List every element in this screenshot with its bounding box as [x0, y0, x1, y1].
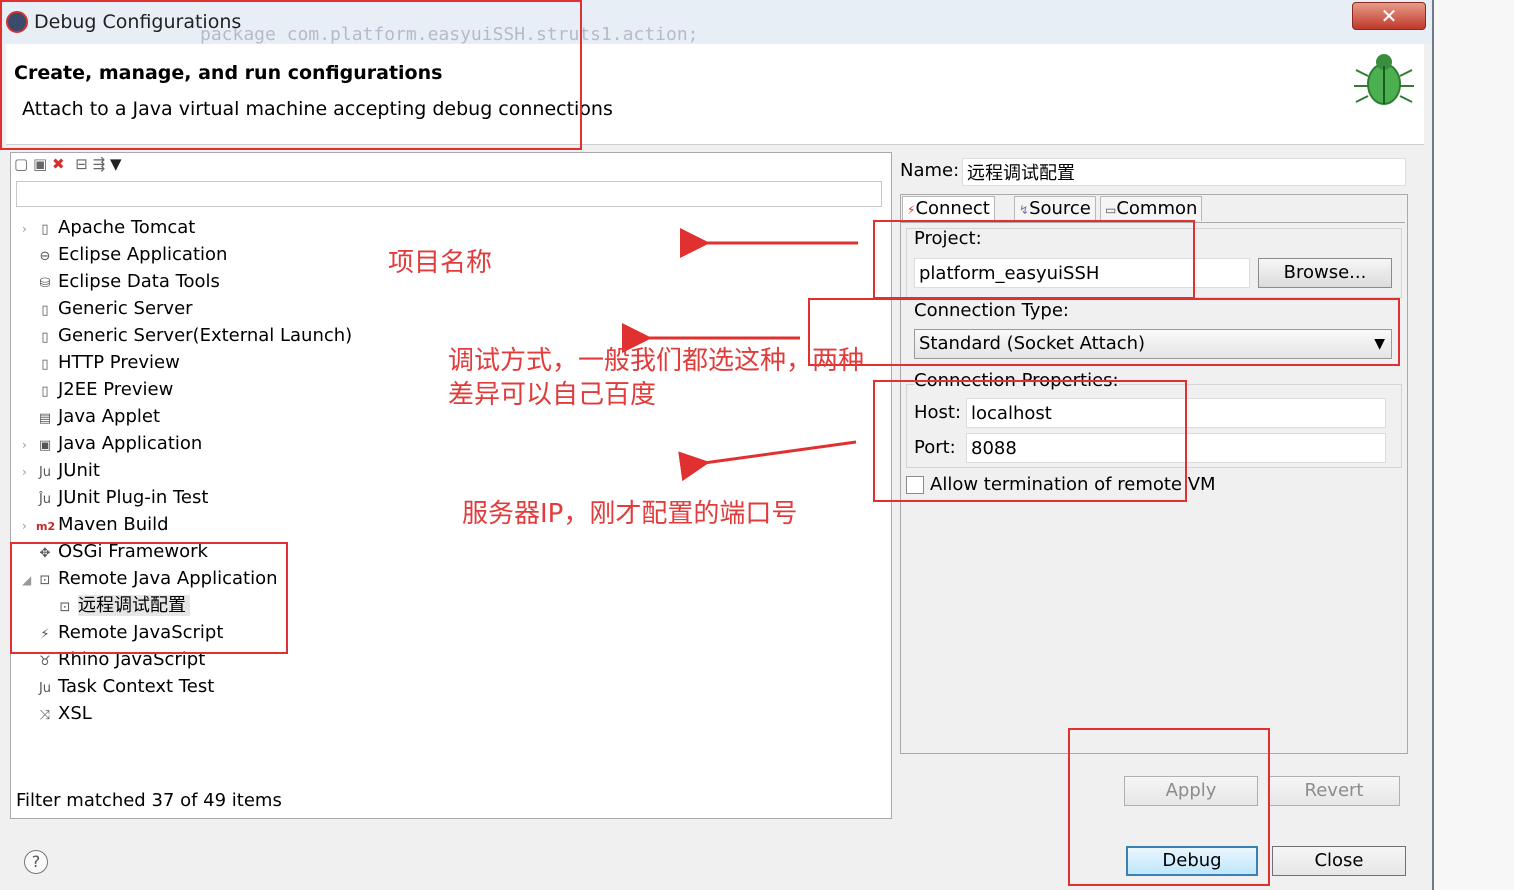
tree-item[interactable]: ▯ J2EE Preview: [22, 377, 173, 403]
annotation-box-remote-java: [10, 542, 288, 654]
annotation-box-connection-type: [808, 298, 1400, 366]
tree-item-label: Generic Server(External Launch): [58, 325, 353, 346]
tree-item[interactable]: ▯ HTTP Preview: [22, 350, 180, 376]
tree-item-label: Eclipse Data Tools: [58, 271, 220, 292]
applet-icon: ▤: [38, 411, 52, 426]
tab-common[interactable]: ▭Common: [1100, 196, 1203, 221]
server-icon: ▯: [41, 222, 49, 237]
tree-toolbar: ▢ ▣ ✖ ⊟ ⇶ ▼: [14, 155, 122, 175]
tree-item-label: XSL: [58, 703, 92, 724]
tree-item[interactable]: ▯ Generic Server: [22, 296, 193, 322]
annotation-connection-note-line1: 调试方式，一般我们都选这种，两种: [448, 346, 865, 376]
background-editor-strip: [1434, 0, 1514, 890]
tree-item[interactable]: ▤ Java Applet: [22, 404, 160, 430]
help-icon[interactable]: ?: [24, 850, 48, 874]
view-menu-icon[interactable]: ▼: [110, 155, 122, 173]
tree-item-label: Task Context Test: [58, 676, 215, 697]
xsl-icon: ⤨: [39, 708, 51, 723]
filter-config-icon[interactable]: ⇶: [93, 155, 106, 173]
close-button[interactable]: Close: [1272, 846, 1406, 876]
tree-item[interactable]: ⊖ Eclipse Application: [22, 242, 228, 268]
filter-input[interactable]: [16, 181, 882, 207]
tree-item[interactable]: Ĵu JUnit Plug-in Test: [22, 485, 208, 511]
tree-item-label: JUnit Plug-in Test: [58, 487, 209, 508]
window-close-button[interactable]: ✕: [1352, 2, 1426, 30]
tree-item[interactable]: ▯ Generic Server(External Launch): [22, 323, 352, 349]
name-label: Name:: [900, 160, 960, 181]
tree-item[interactable]: › m2 Maven Build: [22, 512, 169, 538]
eclipse-icon: ⊖: [39, 249, 51, 264]
name-input[interactable]: [962, 158, 1406, 186]
tree-item[interactable]: ⛁ Eclipse Data Tools: [22, 269, 220, 295]
server-icon: ▯: [41, 357, 49, 372]
collapse-all-icon[interactable]: ⊟: [75, 155, 88, 173]
annotation-project-note: 项目名称: [388, 248, 493, 278]
tree-item[interactable]: › ▯ Apache Tomcat: [22, 215, 195, 241]
delete-config-icon[interactable]: ✖: [52, 155, 65, 173]
annotation-box-project: [873, 220, 1195, 299]
source-icon: ↯: [1019, 203, 1030, 217]
expander-icon[interactable]: ›: [22, 513, 36, 539]
tree-item[interactable]: › ▣ Java Application: [22, 431, 202, 457]
expander-icon[interactable]: ›: [22, 432, 36, 458]
annotation-connection-note-line2: 差异可以自己百度: [448, 380, 657, 410]
tree-item-label: Java Application: [58, 433, 203, 454]
annotation-box-host-port: [873, 380, 1187, 502]
tree-item[interactable]: › Ju JUnit: [22, 458, 100, 484]
server-icon: ▯: [41, 303, 49, 318]
tree-item-label: Generic Server: [58, 298, 193, 319]
tree-item[interactable]: ⤨ XSL: [22, 701, 92, 727]
annotation-host-note: 服务器IP，刚才配置的端口号: [462, 499, 798, 529]
annotation-box-debug: [1068, 728, 1270, 886]
tree-item-label: J2EE Preview: [58, 379, 174, 400]
tab-source[interactable]: ↯Source: [1014, 196, 1096, 221]
java-app-icon: ▣: [38, 438, 52, 453]
server-icon: ▯: [41, 330, 49, 345]
tree-item-label: Eclipse Application: [58, 244, 228, 265]
junit-icon: Ju: [38, 465, 52, 480]
tree-item-label: Apache Tomcat: [58, 217, 196, 238]
expander-icon[interactable]: ›: [22, 459, 36, 485]
common-icon: ▭: [1105, 203, 1117, 217]
tree-item[interactable]: Ju Task Context Test: [22, 674, 214, 700]
tree-item-label: Maven Build: [58, 514, 169, 535]
browse-button[interactable]: Browse...: [1258, 258, 1392, 288]
task-test-icon: Ju: [38, 681, 52, 696]
new-config-icon[interactable]: ▢: [14, 155, 28, 173]
duplicate-config-icon[interactable]: ▣: [33, 155, 47, 173]
annotation-box-banner: [0, 0, 582, 150]
bug-icon: [1354, 54, 1414, 105]
tree-item-label: Java Applet: [58, 406, 161, 427]
tab-connect[interactable]: ⚡Connect: [902, 196, 995, 221]
database-icon: ⛁: [39, 276, 51, 291]
revert-button[interactable]: Revert: [1268, 776, 1400, 806]
server-icon: ▯: [41, 384, 49, 399]
filter-status: Filter matched 37 of 49 items: [16, 790, 282, 811]
junit-plugin-icon: Ĵu: [38, 492, 52, 507]
maven-icon: m2: [36, 520, 56, 533]
tree-item-label: JUnit: [58, 460, 100, 481]
expander-icon[interactable]: ›: [22, 216, 36, 242]
tree-item-label: HTTP Preview: [58, 352, 180, 373]
